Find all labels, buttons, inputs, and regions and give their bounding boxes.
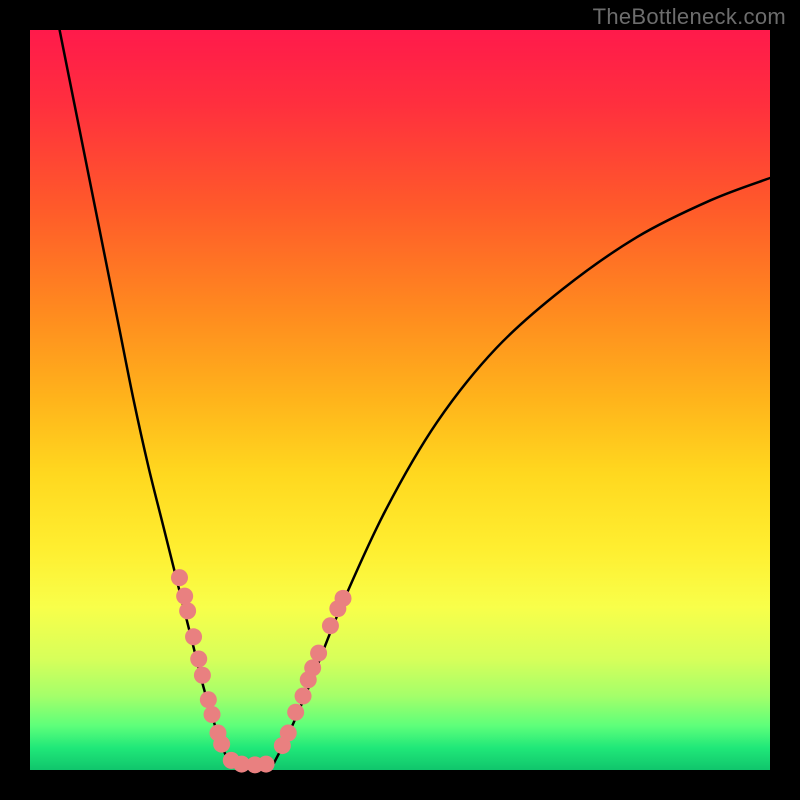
marker-dot	[304, 659, 321, 676]
plot-area	[30, 30, 770, 770]
marker-dot	[194, 667, 211, 684]
chart-svg	[30, 30, 770, 770]
marker-dot	[190, 651, 207, 668]
marker-dot	[171, 569, 188, 586]
marker-dot	[322, 617, 339, 634]
marker-dot	[280, 725, 297, 742]
chart-stage: TheBottleneck.com	[0, 0, 800, 800]
marker-dot-group	[171, 569, 352, 773]
watermark-text: TheBottleneck.com	[593, 4, 786, 30]
marker-dot	[185, 628, 202, 645]
marker-dot	[310, 645, 327, 662]
marker-dot	[295, 688, 312, 705]
curve-group	[60, 30, 770, 767]
marker-dot	[213, 736, 230, 753]
marker-dot	[179, 602, 196, 619]
curve-right-branch	[274, 178, 770, 763]
marker-dot	[287, 704, 304, 721]
marker-dot	[204, 706, 221, 723]
marker-dot	[258, 756, 275, 773]
marker-dot	[335, 590, 352, 607]
marker-dot	[176, 588, 193, 605]
marker-dot	[200, 691, 217, 708]
